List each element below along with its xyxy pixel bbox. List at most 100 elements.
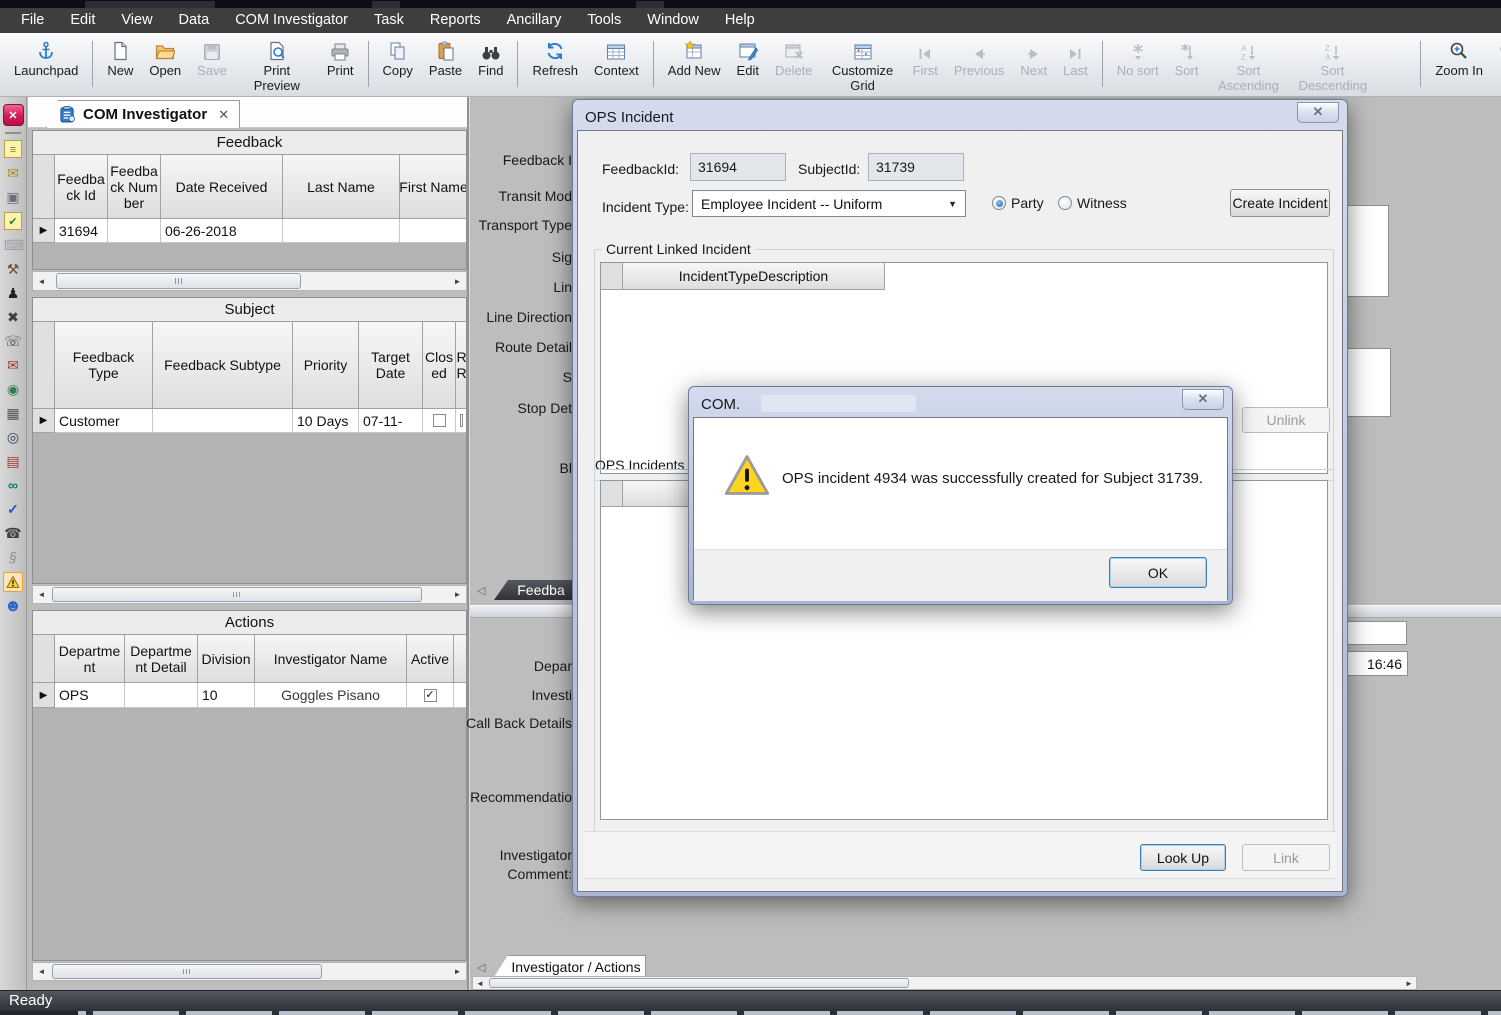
scroll-right-icon[interactable]: ►	[449, 272, 466, 290]
actions-grid-hscrollbar[interactable]: ◄ ►	[32, 962, 467, 981]
table-row[interactable]: ▶ OPS 10 Goggles Pisano ✓	[33, 683, 466, 708]
edit-button[interactable]: Edit	[729, 37, 767, 78]
approve-check-icon[interactable]: ✔	[4, 212, 22, 230]
spellcheck-icon[interactable]: ✓	[4, 500, 22, 518]
form-hscrollbar[interactable]: ◄ ►	[472, 976, 1417, 990]
scroll-left-icon[interactable]: ◄	[33, 586, 50, 603]
close-window-button[interactable]: ✕	[3, 104, 24, 126]
scrollbar-thumb[interactable]	[489, 978, 909, 988]
column-header[interactable]: Active	[407, 635, 454, 683]
paperclip-icon[interactable]: §	[4, 548, 22, 566]
column-header[interactable]: IncidentTypeDescription	[623, 263, 885, 290]
tab-close-icon[interactable]: ✕	[214, 107, 229, 123]
column-header[interactable]: Date Received	[161, 155, 283, 219]
warning-icon[interactable]	[3, 572, 23, 592]
tab-feedback-partial[interactable]: Feedba	[494, 580, 572, 600]
scroll-left-icon[interactable]: ◄	[33, 272, 50, 290]
fax-icon[interactable]: ☏	[4, 332, 22, 350]
smiley-icon[interactable]: ☻	[4, 597, 22, 615]
delete-x-icon[interactable]: ✖	[4, 308, 22, 326]
column-header[interactable]: Investigator Name	[255, 635, 407, 683]
subjectid-input[interactable]: 31739	[868, 153, 964, 181]
witness-radio[interactable]: Witness	[1058, 195, 1127, 211]
new-button[interactable]: New	[99, 37, 141, 78]
tab-investigator-actions[interactable]: Investigator / Actions	[494, 955, 646, 977]
web-doc-icon[interactable]: ◉	[4, 380, 22, 398]
column-header[interactable]: Feedback Id	[55, 155, 108, 219]
column-header[interactable]: Priority	[293, 322, 359, 409]
scroll-left-icon[interactable]: ◄	[33, 963, 50, 980]
tools-icon[interactable]: ⚒	[4, 260, 22, 278]
column-header[interactable]: Department	[55, 635, 125, 683]
ok-button[interactable]: OK	[1109, 557, 1207, 588]
scrollbar-thumb[interactable]	[52, 964, 322, 979]
column-header[interactable]: Department Detail	[125, 635, 198, 683]
column-header[interactable]: Feedback Type	[55, 322, 153, 409]
time-field[interactable]: 16:46	[1345, 651, 1408, 676]
scroll-right-icon[interactable]: ►	[1402, 977, 1416, 989]
phone-icon[interactable]: ☎	[4, 524, 22, 542]
menu-window[interactable]: Window	[634, 8, 712, 33]
search-doc-icon[interactable]: ◎	[4, 428, 22, 446]
copy-button[interactable]: Copy	[375, 37, 421, 78]
receive-mail-icon[interactable]: ✉	[4, 356, 22, 374]
add-new-button[interactable]: Add New	[660, 37, 729, 78]
table-row[interactable]: ▶ Customer 10 Days 07-11-	[33, 409, 466, 433]
partial-checkbox[interactable]	[460, 414, 463, 427]
create-incident-button[interactable]: Create Incident	[1230, 189, 1330, 217]
column-header[interactable]: Target Date	[359, 322, 423, 409]
copy-pages-icon[interactable]: ▣	[4, 188, 22, 206]
menu-com-investigator[interactable]: COM Investigator	[222, 8, 361, 33]
open-button[interactable]: Open	[141, 37, 189, 78]
column-header[interactable]: Feedback Subtype	[153, 322, 293, 409]
zoom-in-button[interactable]: Zoom In	[1427, 37, 1491, 78]
print-icon[interactable]: ▦	[4, 404, 22, 422]
menu-edit[interactable]: Edit	[57, 8, 108, 33]
menu-help[interactable]: Help	[712, 8, 768, 33]
compose-mail-icon[interactable]: ✉	[4, 164, 22, 182]
subject-grid-hscrollbar[interactable]: ◄ ►	[32, 585, 467, 604]
look-up-button[interactable]: Look Up	[1140, 844, 1226, 871]
scroll-left-icon[interactable]: ◄	[473, 977, 487, 989]
print-button[interactable]: Print	[319, 37, 362, 78]
customize-grid-button[interactable]: Customize Grid	[821, 37, 905, 93]
message-box-close-button[interactable]: ✕	[1182, 389, 1224, 410]
feedback-grid-hscrollbar[interactable]: ◄ ►	[32, 271, 467, 291]
column-header[interactable]: Closed	[423, 322, 456, 409]
column-header[interactable]: Feedback Number	[108, 155, 161, 219]
column-header[interactable]: R R	[456, 322, 467, 409]
party-radio[interactable]: Party	[992, 195, 1044, 211]
scroll-right-icon[interactable]: ►	[449, 963, 466, 980]
menu-task[interactable]: Task	[361, 8, 417, 33]
active-checkbox[interactable]: ✓	[424, 689, 437, 702]
column-header[interactable]: First Name	[400, 155, 467, 219]
menu-view[interactable]: View	[108, 8, 165, 33]
menu-ancillary[interactable]: Ancillary	[494, 8, 575, 33]
dialog-close-button[interactable]: ✕	[1297, 102, 1339, 123]
menu-data[interactable]: Data	[166, 8, 223, 33]
stamp-icon[interactable]: ♟	[4, 284, 22, 302]
scroll-right-icon[interactable]: ►	[449, 586, 466, 603]
form-field[interactable]	[1345, 621, 1407, 645]
print-preview-button[interactable]: Print Preview	[235, 37, 319, 93]
closed-checkbox[interactable]	[433, 414, 446, 427]
dialog-titlebar[interactable]: OPS Incident ✕	[577, 104, 1343, 130]
menu-tools[interactable]: Tools	[574, 8, 634, 33]
find-button[interactable]: Find	[470, 37, 511, 78]
glasses-icon[interactable]: ∞	[4, 476, 22, 494]
paste-button[interactable]: Paste	[421, 37, 470, 78]
scrollbar-thumb[interactable]	[52, 587, 422, 602]
scrollbar-thumb[interactable]	[56, 273, 301, 289]
tab-com-investigator[interactable]: COM Investigator ✕	[46, 100, 240, 128]
context-button[interactable]: Context	[586, 37, 647, 78]
message-box-titlebar[interactable]: COM. ✕	[693, 391, 1228, 417]
launchpad-button[interactable]: Launchpad	[6, 37, 86, 78]
table-row[interactable]: ▶ 31694 06-26-2018	[33, 219, 466, 243]
collapse-arrow-icon[interactable]: ◁	[477, 961, 485, 974]
refresh-button[interactable]: Refresh	[524, 37, 586, 78]
menu-reports[interactable]: Reports	[417, 8, 494, 33]
alert-doc-icon[interactable]: ▤	[4, 452, 22, 470]
incident-type-dropdown[interactable]: Employee Incident -- Uniform ▼	[692, 190, 966, 217]
new-note-icon[interactable]: ≡	[4, 140, 22, 158]
collapse-arrow-icon[interactable]: ◁	[477, 584, 485, 597]
